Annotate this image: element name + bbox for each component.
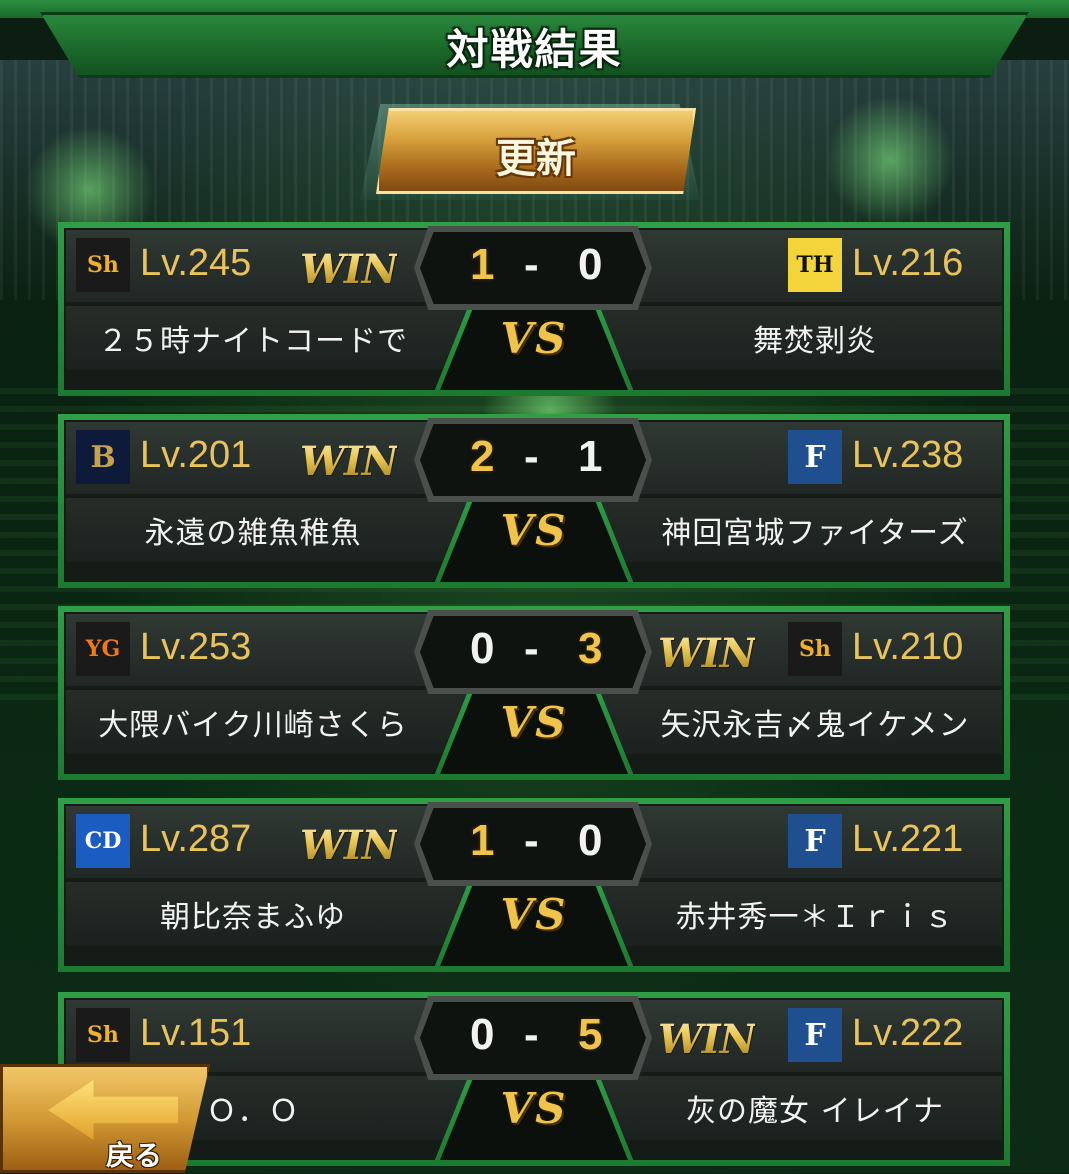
- away-score: 0: [578, 816, 603, 865]
- home-player-name: 大隈バイク川崎さくら: [98, 708, 408, 743]
- update-button[interactable]: 更新: [376, 108, 696, 194]
- away-score: 5: [578, 1010, 603, 1059]
- away-player-name: 舞焚剥炎: [753, 324, 877, 359]
- score-separator: -: [524, 1010, 539, 1059]
- dragons-team-icon: CD: [76, 814, 130, 868]
- home-player-level: Lv.253: [140, 626, 252, 668]
- away-player-level: Lv.221: [852, 818, 964, 860]
- away-player-name: 赤井秀一＊Ｉｒｉｓ: [675, 900, 955, 935]
- softbank-hawks-team-icon: Sh: [76, 1008, 130, 1062]
- score-separator: -: [524, 240, 539, 289]
- score-separator: -: [524, 816, 539, 865]
- match-card[interactable]: CD Lv.287 朝比奈まふゆ WIN 1 F Lv.221 赤井秀一＊Ｉｒｉｓ 0- VS: [58, 798, 1010, 972]
- home-score: 1: [470, 240, 495, 289]
- home-score: 1: [470, 816, 495, 865]
- away-score: 0: [578, 240, 603, 289]
- away-score: 1: [578, 432, 603, 481]
- home-score: 0: [470, 1010, 495, 1059]
- home-player-level: Lv.201: [140, 434, 252, 476]
- away-player-level: Lv.210: [852, 626, 964, 668]
- win-label: WIN: [300, 822, 398, 869]
- score-separator: -: [524, 624, 539, 673]
- giants-team-icon: YG: [76, 622, 130, 676]
- softbank-hawks-team-icon: Sh: [788, 622, 842, 676]
- match-card[interactable]: B Lv.201 永遠の雑魚稚魚 WIN 2 F Lv.238 神回宮城ファイターズ 1- VS: [58, 414, 1010, 588]
- away-player-level: Lv.222: [852, 1012, 964, 1054]
- back-arrow-icon: [48, 1080, 178, 1140]
- fighters-team-icon: F: [788, 814, 842, 868]
- light-glow: [820, 90, 960, 230]
- vs-label: VS: [500, 1084, 568, 1133]
- away-player-level: Lv.216: [852, 242, 964, 284]
- home-player-name: 永遠の雑魚稚魚: [144, 516, 362, 551]
- win-label: WIN: [300, 438, 398, 485]
- vs-label: VS: [500, 314, 568, 363]
- vs-label: VS: [500, 506, 568, 555]
- win-label: WIN: [658, 630, 756, 677]
- fighters-team-icon: F: [788, 1008, 842, 1062]
- win-label: WIN: [300, 246, 398, 293]
- away-player-name: 灰の魔女 イレイナ: [686, 1094, 944, 1129]
- orix-buffaloes-team-icon: B: [76, 430, 130, 484]
- home-player-level: Lv.287: [140, 818, 252, 860]
- away-player-name: 神回宮城ファイターズ: [661, 516, 969, 551]
- match-card[interactable]: Sh Lv.245 ２５時ナイトコードで WIN 1 TH Lv.216 舞焚剥炎 0- VS: [58, 222, 1010, 396]
- home-player-level: Lv.245: [140, 242, 252, 284]
- away-player-name: 矢沢永吉〆鬼イケメン: [660, 708, 970, 743]
- back-button-label: 戻る: [106, 1140, 163, 1171]
- score-separator: -: [524, 432, 539, 481]
- away-score: 3: [578, 624, 603, 673]
- update-button-label: 更新: [496, 137, 576, 181]
- home-player-name: 朝比奈まふゆ: [160, 900, 346, 935]
- fighters-team-icon: F: [788, 430, 842, 484]
- away-player-level: Lv.238: [852, 434, 964, 476]
- vs-label: VS: [500, 890, 568, 939]
- back-button[interactable]: 戻る: [0, 1064, 210, 1173]
- home-player-name: ２５時ナイトコードで: [98, 324, 408, 359]
- softbank-hawks-team-icon: Sh: [76, 238, 130, 292]
- home-score: 0: [470, 624, 495, 673]
- win-label: WIN: [658, 1016, 756, 1063]
- page-title: 対戦結果: [446, 25, 623, 74]
- hanshin-tigers-team-icon: TH: [788, 238, 842, 292]
- match-card[interactable]: YG Lv.253 大隈バイク川崎さくら 0 Sh Lv.210 矢沢永吉〆鬼イケメン WIN…: [58, 606, 1010, 780]
- home-player-level: Lv.151: [140, 1012, 252, 1054]
- vs-label: VS: [500, 698, 568, 747]
- home-score: 2: [470, 432, 495, 481]
